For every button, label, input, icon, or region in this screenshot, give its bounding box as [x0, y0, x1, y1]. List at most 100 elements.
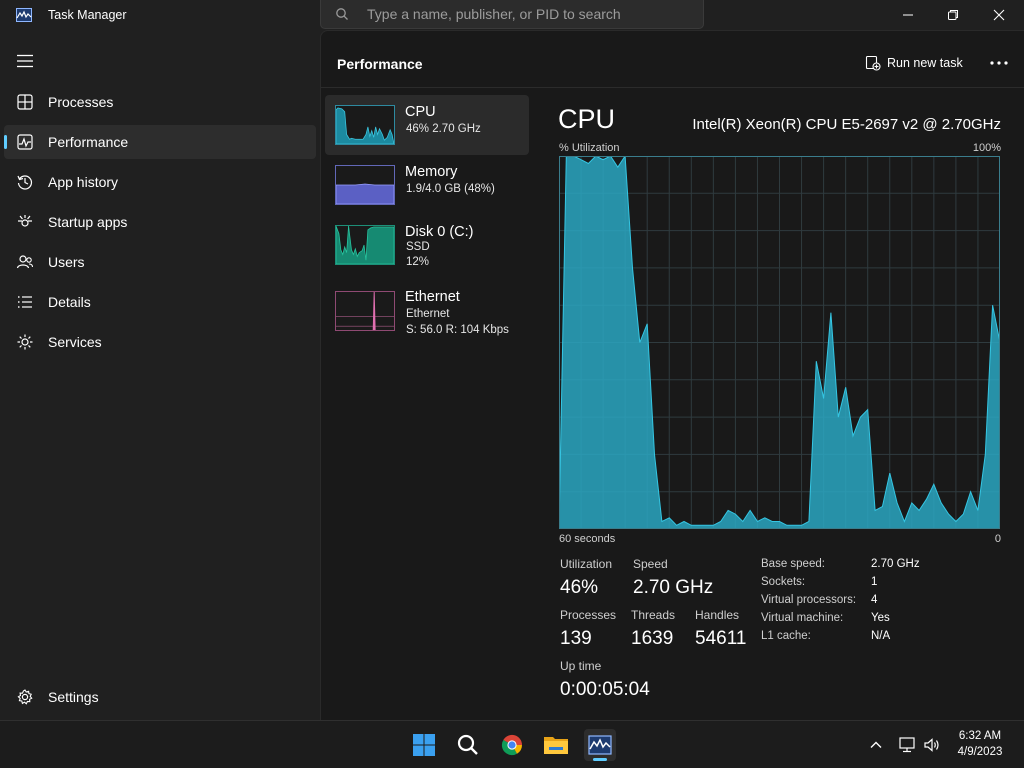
hamburger-menu-icon[interactable]	[16, 54, 34, 68]
device-name: Ethernet	[405, 289, 460, 305]
spec-label: Base speed:	[761, 558, 825, 570]
sidebar-item-performance[interactable]: Performance	[4, 125, 316, 159]
sidebar-item-startup-apps[interactable]: Startup apps	[4, 205, 316, 239]
minimize-button[interactable]	[885, 0, 931, 30]
sidebar-item-app-history[interactable]: App history	[4, 165, 316, 199]
startup-icon	[18, 215, 32, 227]
uptime-label: Up time	[560, 659, 602, 673]
close-button[interactable]	[976, 0, 1022, 30]
spec-label: Sockets:	[761, 576, 806, 588]
sidebar: Processes Performance App history Startu…	[0, 30, 320, 720]
more-options-icon[interactable]	[985, 49, 1013, 77]
search-icon	[336, 8, 348, 20]
device-ethernet[interactable]: Ethernet Ethernet S: 56.0 R: 104 Kbps	[325, 283, 529, 347]
device-memory[interactable]: Memory 1.9/4.0 GB (48%)	[325, 155, 529, 215]
device-detail: 46% 2.70 GHz	[406, 123, 481, 135]
utilization-label: Utilization	[560, 557, 613, 571]
task-manager-icon	[588, 735, 612, 755]
settings-icon	[17, 689, 33, 705]
start-icon	[413, 734, 435, 756]
cpu-model: Intel(R) Xeon(R) CPU E5-2697 v2 @ 2.70GH…	[692, 116, 1001, 133]
history-icon	[17, 175, 33, 190]
memory-thumbnail-graph	[335, 165, 395, 205]
ethernet-thumbnail-graph	[335, 291, 395, 331]
file-explorer-button[interactable]	[540, 729, 572, 761]
search-input[interactable]	[367, 4, 687, 24]
speed-value: 2.70 GHz	[633, 577, 714, 598]
spec-value: N/A	[871, 630, 891, 642]
device-detail: Ethernet	[406, 308, 450, 320]
uptime-value: 0:00:05:04	[560, 679, 650, 700]
device-name: CPU	[405, 104, 436, 120]
utilization-value: 46%	[560, 577, 599, 598]
run-new-task-button[interactable]: Run new task	[861, 49, 973, 77]
speaker-icon	[924, 738, 939, 752]
new-task-icon	[865, 55, 881, 71]
detail-title: CPU	[558, 104, 616, 134]
active-indicator	[4, 135, 7, 149]
close-icon	[993, 9, 1005, 21]
network-icon	[899, 737, 915, 753]
title-bar: Task Manager	[0, 0, 1024, 30]
sidebar-item-label: Performance	[48, 134, 129, 150]
settings-label: Settings	[48, 689, 99, 705]
threads-value: 1639	[631, 628, 674, 649]
show-hidden-icons-button[interactable]	[866, 735, 886, 755]
sidebar-item-details[interactable]: Details	[4, 285, 316, 319]
spec-value: 1	[871, 576, 878, 588]
cpu-utilization-graph	[559, 156, 1000, 529]
page-title: Performance	[337, 56, 423, 72]
sidebar-item-users[interactable]: Users	[4, 245, 316, 279]
device-throughput: S: 56.0 R: 104 Kbps	[406, 324, 509, 336]
disk-thumbnail-graph	[335, 225, 395, 265]
sidebar-item-label: Services	[48, 334, 102, 350]
restore-icon	[948, 10, 958, 20]
spec-value: 4	[871, 594, 878, 606]
sidebar-item-processes[interactable]: Processes	[4, 85, 316, 119]
performance-icon	[17, 134, 33, 150]
sidebar-item-services[interactable]: Services	[4, 325, 316, 359]
cpu-thumbnail-graph	[335, 105, 395, 145]
y-axis-max: 100%	[972, 142, 1001, 154]
sidebar-item-settings[interactable]: Settings	[4, 680, 316, 714]
sidebar-item-label: Processes	[48, 94, 114, 110]
taskbar: 6:32 AM 4/9/2023	[0, 720, 1024, 768]
chrome-icon	[501, 734, 523, 756]
network-button[interactable]	[897, 735, 917, 755]
clock-date[interactable]: 4/9/2023	[940, 746, 1020, 758]
maximize-button[interactable]	[930, 0, 976, 30]
search-box[interactable]	[320, 0, 704, 29]
sidebar-item-label: Users	[48, 254, 85, 270]
device-name: Disk 0 (C:)	[405, 224, 474, 240]
x-axis-label: 60 seconds	[559, 533, 616, 545]
task-manager-taskbar-button[interactable]	[584, 729, 616, 761]
window-title: Task Manager	[48, 8, 127, 22]
search-icon	[457, 734, 478, 755]
device-name: Memory	[405, 164, 458, 180]
speed-label: Speed	[633, 557, 668, 571]
volume-button[interactable]	[922, 735, 942, 755]
spec-value: 2.70 GHz	[871, 558, 920, 570]
taskbar-search-button[interactable]	[452, 729, 484, 761]
chrome-button[interactable]	[496, 729, 528, 761]
services-icon	[17, 334, 33, 350]
task-manager-icon	[16, 8, 32, 22]
sidebar-item-label: Startup apps	[48, 214, 128, 230]
run-new-task-label: Run new task	[887, 56, 963, 70]
device-disk[interactable]: Disk 0 (C:) SSD 12%	[325, 215, 529, 275]
spec-label: Virtual machine:	[761, 612, 844, 624]
y-axis-label: % Utilization	[559, 142, 620, 154]
clock-time[interactable]: 6:32 AM	[940, 730, 1020, 742]
chevron-up-icon	[870, 741, 882, 748]
spec-label: L1 cache:	[761, 630, 811, 642]
cpu-detail-panel: CPU Intel(R) Xeon(R) CPU E5-2697 v2 @ 2.…	[531, 88, 1024, 721]
device-cpu[interactable]: CPU 46% 2.70 GHz	[325, 95, 529, 155]
threads-label: Threads	[631, 608, 676, 622]
sidebar-item-label: Details	[48, 294, 91, 310]
file-explorer-icon	[544, 737, 568, 754]
processes-value: 139	[560, 628, 592, 649]
sidebar-item-label: App history	[48, 174, 119, 190]
device-detail: SSD	[406, 241, 430, 253]
spec-label: Virtual processors:	[761, 594, 857, 606]
start-button[interactable]	[408, 729, 440, 761]
